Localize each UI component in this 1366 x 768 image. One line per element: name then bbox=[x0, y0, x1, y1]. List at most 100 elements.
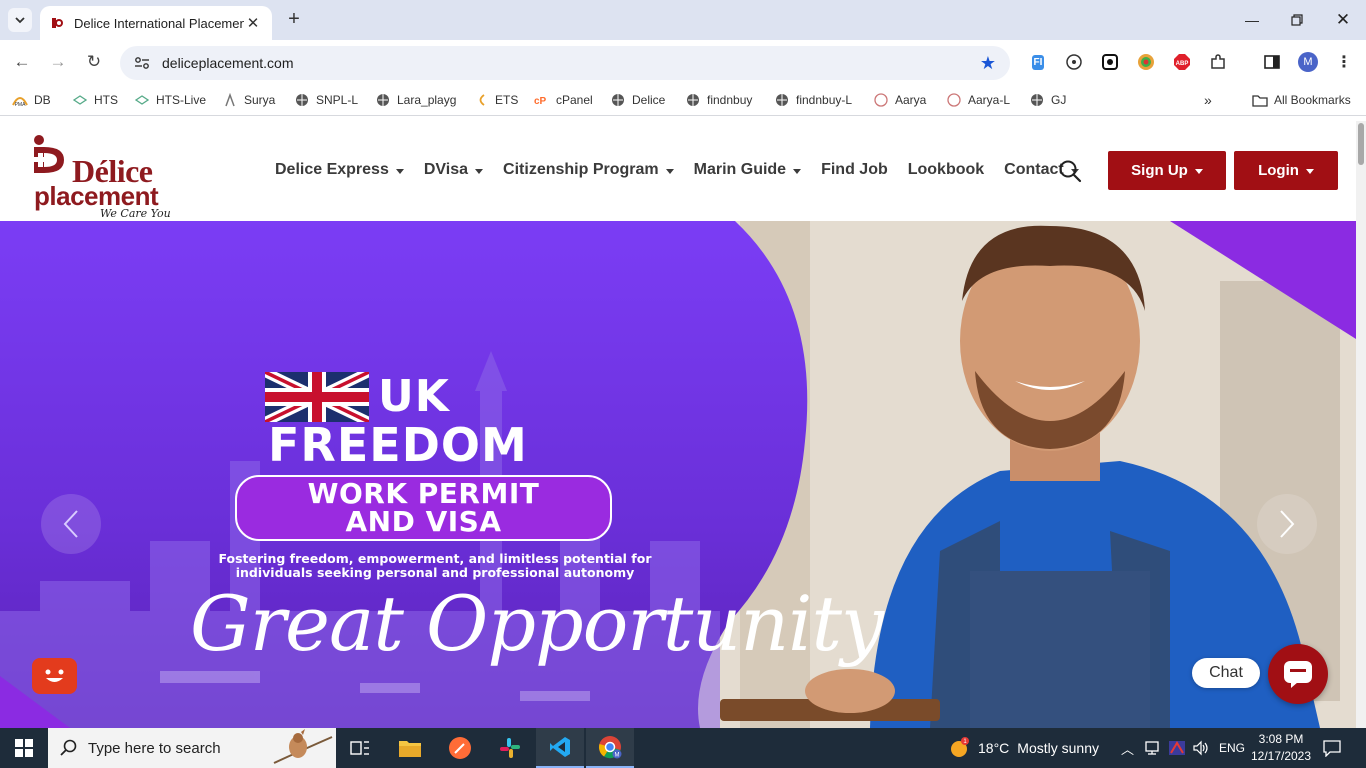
bookmark-item[interactable]: Aarya bbox=[873, 92, 926, 108]
svg-text:cP: cP bbox=[534, 96, 547, 106]
chevron-down-icon bbox=[475, 168, 484, 174]
nav-item-find-job[interactable]: Find Job bbox=[821, 161, 888, 179]
windows-start-button[interactable] bbox=[0, 728, 48, 768]
nav-item-marin-guide[interactable]: Marin Guide bbox=[694, 161, 802, 179]
bookmark-item[interactable]: cP cPanel bbox=[534, 92, 593, 108]
bird-illustration-icon bbox=[273, 729, 333, 764]
hts-icon bbox=[72, 92, 88, 108]
chatbot-emoji-button[interactable] bbox=[32, 658, 77, 694]
sign-up-button[interactable]: Sign Up bbox=[1108, 151, 1226, 190]
language-indicator[interactable]: ENG bbox=[1219, 728, 1245, 768]
windows-taskbar: Type here to search M 1 18°C Mostly sunn… bbox=[0, 728, 1366, 768]
pma-icon: PMA bbox=[12, 92, 28, 108]
scrollbar-thumb[interactable] bbox=[1358, 123, 1364, 165]
bookmark-item[interactable]: Lara_playg bbox=[375, 92, 456, 108]
smiley-face-icon bbox=[45, 669, 64, 682]
delice-favicon-icon bbox=[52, 18, 63, 28]
ets-icon bbox=[473, 92, 489, 108]
volume-icon[interactable] bbox=[1192, 728, 1210, 768]
slack-app-button[interactable] bbox=[486, 728, 534, 768]
forward-arrow-icon[interactable]: → bbox=[46, 50, 70, 74]
tab-search-button[interactable] bbox=[8, 8, 32, 32]
postman-app-button[interactable] bbox=[436, 728, 484, 768]
bookmark-item[interactable]: GJ bbox=[1029, 92, 1066, 108]
hero-description: Fostering freedom, empowerment, and limi… bbox=[218, 551, 652, 580]
folder-icon bbox=[399, 741, 421, 757]
bookmark-item[interactable]: Surya bbox=[222, 92, 275, 108]
work-permit-pill: WORK PERMIT AND VISA bbox=[235, 475, 612, 541]
network-icon[interactable] bbox=[1144, 728, 1162, 768]
close-window-icon[interactable]: ✕ bbox=[1331, 8, 1355, 32]
bookmark-item[interactable]: PMA DB bbox=[12, 92, 51, 108]
main-navigation: Delice Express DVisa Citizenship Program… bbox=[275, 161, 1099, 179]
all-bookmarks-folder[interactable]: All Bookmarks bbox=[1252, 92, 1351, 108]
minimize-icon[interactable]: — bbox=[1240, 8, 1264, 32]
extension-circle-icon[interactable] bbox=[1064, 52, 1084, 72]
chat-label[interactable]: Chat bbox=[1192, 658, 1260, 688]
bookmark-star-icon[interactable]: ★ bbox=[978, 53, 998, 73]
extension-color-picker-icon[interactable] bbox=[1136, 52, 1156, 72]
adblock-plus-icon[interactable]: ABP bbox=[1172, 52, 1192, 72]
bookmark-item[interactable]: HTS-Live bbox=[134, 92, 206, 108]
tab-title: Delice International Placement bbox=[74, 15, 244, 31]
reload-icon[interactable]: ↻ bbox=[82, 50, 106, 74]
chevron-down-icon bbox=[793, 168, 802, 174]
address-bar[interactable]: deliceplacement.com ★ bbox=[120, 46, 1010, 80]
notification-center-icon[interactable] bbox=[1323, 728, 1341, 768]
bookmark-item[interactable]: HTS bbox=[72, 92, 118, 108]
extensions-puzzle-icon[interactable] bbox=[1208, 52, 1228, 72]
globe-icon bbox=[685, 92, 701, 108]
chevron-down-icon bbox=[15, 17, 25, 24]
restore-window-icon[interactable] bbox=[1285, 8, 1309, 32]
browser-toolbar: ← → ↻ deliceplacement.com ★ FI ABP M ⋮ bbox=[0, 40, 1366, 84]
nav-item-citizenship-program[interactable]: Citizenship Program bbox=[503, 161, 674, 179]
tab-close-icon[interactable]: ✕ bbox=[244, 14, 262, 32]
bookmark-item[interactable]: Aarya-L bbox=[946, 92, 1010, 108]
uk-flag-icon bbox=[265, 372, 369, 422]
vscode-app-button[interactable] bbox=[536, 728, 584, 768]
hero-slider: UK FREEDOM WORK PERMIT AND VISA Fosterin… bbox=[0, 221, 1356, 728]
bookmark-item[interactable]: findnbuy bbox=[685, 92, 752, 108]
slider-next-button[interactable] bbox=[1257, 494, 1317, 554]
taskbar-clock[interactable]: 3:08 PM 12/17/2023 bbox=[1248, 731, 1314, 765]
taskbar-search-box[interactable]: Type here to search bbox=[48, 728, 336, 768]
slider-prev-button[interactable] bbox=[41, 494, 101, 554]
search-icon bbox=[60, 739, 77, 756]
show-hidden-icons-chevron-up-icon[interactable]: ︿ bbox=[1121, 728, 1134, 768]
svg-text:M: M bbox=[615, 753, 620, 759]
svg-text:PMA: PMA bbox=[15, 102, 27, 107]
site-settings-icon[interactable] bbox=[132, 53, 152, 73]
side-panel-icon[interactable] bbox=[1262, 52, 1282, 72]
chrome-app-button[interactable]: M bbox=[586, 728, 634, 768]
file-explorer-button[interactable] bbox=[386, 728, 434, 768]
delice-logo[interactable]: Délice placement We Care You bbox=[28, 131, 188, 220]
bookmark-item[interactable]: Delice bbox=[610, 92, 665, 108]
bookmark-item[interactable]: findnbuy-L bbox=[774, 92, 852, 108]
cpanel-icon: cP bbox=[534, 92, 550, 108]
more-bookmarks-chevron-icon[interactable]: » bbox=[1204, 92, 1212, 108]
browser-menu-icon[interactable]: ⋮ bbox=[1334, 52, 1354, 72]
nav-item-delice-express[interactable]: Delice Express bbox=[275, 161, 404, 179]
extension-fi-icon[interactable]: FI bbox=[1028, 52, 1048, 72]
bookmark-item[interactable]: SNPL-L bbox=[294, 92, 358, 108]
browser-tab-active[interactable]: Delice International Placement ✕ bbox=[40, 6, 272, 40]
task-view-button[interactable] bbox=[336, 728, 384, 768]
back-arrow-icon[interactable]: ← bbox=[10, 50, 34, 74]
login-button[interactable]: Login bbox=[1234, 151, 1338, 190]
search-icon[interactable] bbox=[1058, 159, 1082, 183]
new-tab-plus-icon[interactable]: + bbox=[282, 8, 306, 32]
globe-icon bbox=[375, 92, 391, 108]
bookmark-item[interactable]: ETS bbox=[473, 92, 518, 108]
profile-avatar[interactable]: M bbox=[1298, 52, 1318, 72]
app-tray-icon[interactable] bbox=[1168, 728, 1186, 768]
aarya-icon bbox=[873, 92, 889, 108]
nav-item-lookbook[interactable]: Lookbook bbox=[908, 161, 984, 179]
extension-screenshot-icon[interactable] bbox=[1100, 52, 1120, 72]
weather-widget[interactable]: 1 18°C Mostly sunny bbox=[948, 728, 1099, 768]
delice-logo-mark-icon bbox=[30, 135, 64, 173]
url-text: deliceplacement.com bbox=[162, 55, 294, 71]
chat-button[interactable] bbox=[1268, 644, 1328, 704]
page-scrollbar[interactable] bbox=[1356, 121, 1366, 728]
nav-item-dvisa[interactable]: DVisa bbox=[424, 161, 484, 179]
globe-icon bbox=[294, 92, 310, 108]
